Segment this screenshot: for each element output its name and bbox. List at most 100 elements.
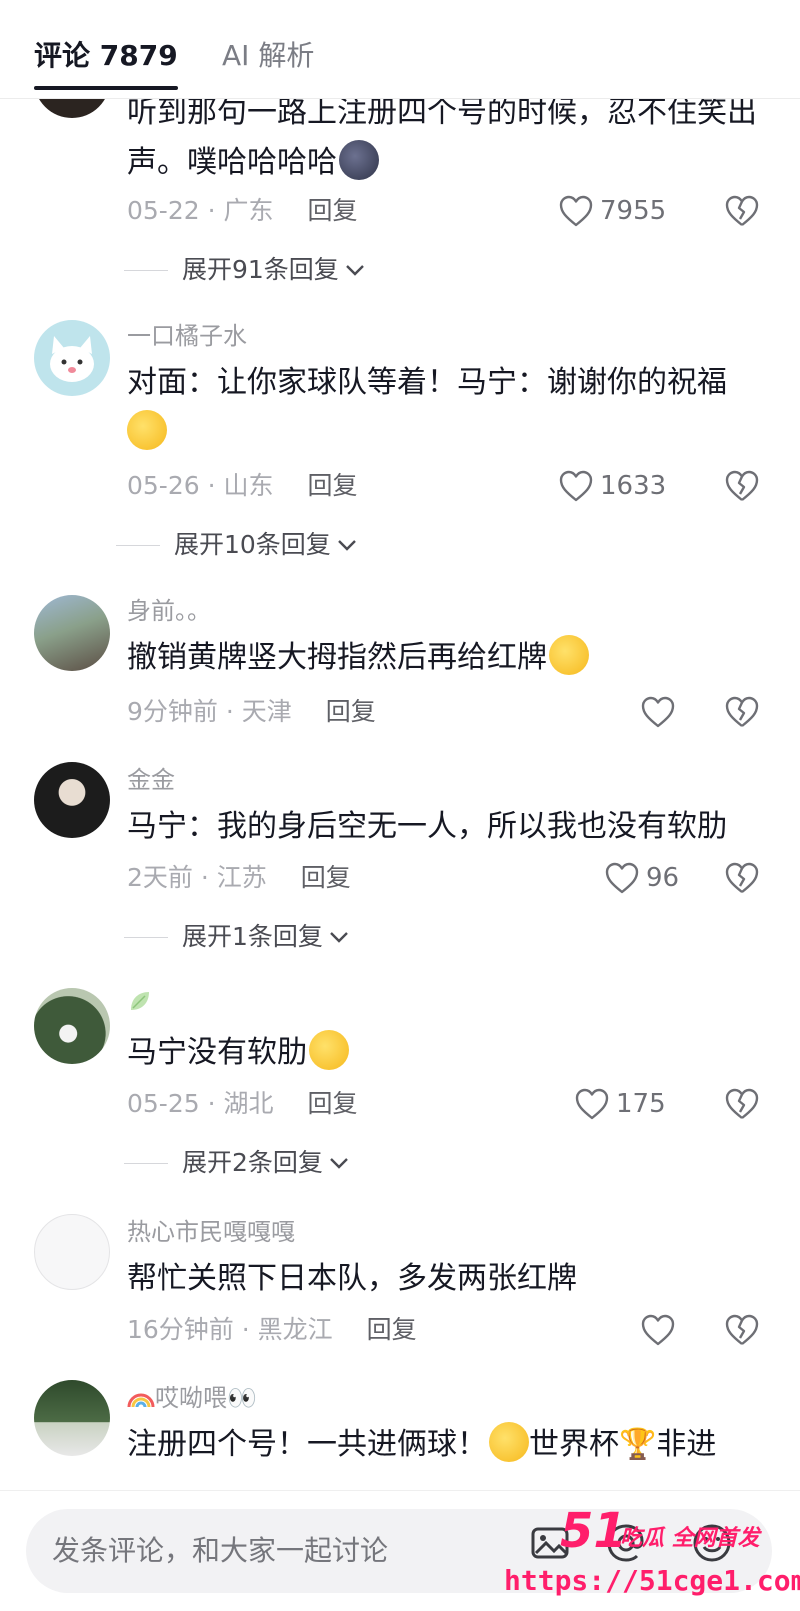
comment-meta: 9分钟前 · 天津 回复 — [127, 697, 376, 726]
heart-icon — [605, 862, 639, 894]
like-button[interactable]: 175 — [574, 1084, 666, 1124]
comment-text-content: 对面：让你家球队等着！马宁：谢谢你的祝福 — [127, 365, 727, 400]
expand-replies-button[interactable]: 展开91条回复 — [124, 253, 365, 287]
broken-heart-icon[interactable] — [724, 860, 760, 896]
avatar[interactable] — [34, 1380, 110, 1456]
comment-text-end: 非进 — [656, 1427, 717, 1462]
cat-avatar-icon — [50, 336, 94, 382]
tab-ai-analysis[interactable]: AI 解析 — [222, 36, 314, 76]
comment-input-bar: 发条评论，和大家一起讨论 — [0, 1490, 800, 1611]
image-icon[interactable] — [528, 1521, 572, 1565]
broken-heart-icon[interactable] — [724, 193, 760, 229]
comment-text: 对面：让你家球队等着！马宁：谢谢你的祝福 — [127, 358, 757, 458]
comment-username-text: 哎呦喂 — [155, 1384, 227, 1412]
expand-replies-label: 展开1条回复 — [182, 922, 323, 951]
reply-button[interactable]: 回复 — [326, 697, 376, 726]
tab-comments-label: 评论 7879 — [34, 39, 178, 72]
comment-text: 马宁：我的身后空无一人，所以我也没有软肋 — [127, 809, 727, 844]
comment-username[interactable]: 身前。。 — [127, 595, 211, 627]
heart-icon — [559, 195, 593, 227]
avatar[interactable] — [34, 595, 110, 671]
broken-heart-icon[interactable] — [724, 468, 760, 504]
like-button[interactable]: 7955 — [558, 191, 666, 231]
expand-replies-label: 展开91条回复 — [182, 255, 339, 284]
expand-replies-label: 展开10条回复 — [174, 530, 331, 559]
comment-text-content: 撤销黄牌竖大拇指然后再给红牌 — [127, 640, 547, 675]
expand-replies-button[interactable]: 展开2条回复 — [124, 1146, 349, 1180]
comment-time: 05-26 — [127, 471, 200, 500]
rainbow-icon — [127, 1393, 155, 1408]
avatar[interactable] — [34, 320, 110, 396]
comments-header: 评论 7879 AI 解析 — [0, 0, 800, 99]
comment-meta: 16分钟前 · 黑龙江 回复 — [127, 1315, 417, 1344]
comment-time: 16分钟前 — [127, 1315, 234, 1344]
like-count: 1633 — [600, 471, 667, 501]
comment-time: 2天前 — [127, 863, 193, 892]
avatar[interactable] — [34, 762, 110, 838]
comment-username[interactable]: 哎呦喂👀 — [127, 1382, 257, 1414]
chevron-down-icon — [345, 265, 364, 276]
emoji-icon[interactable] — [690, 1521, 734, 1565]
divider-line — [124, 269, 168, 271]
trophy-icon: 🏆 — [619, 1427, 657, 1462]
avatar[interactable] — [34, 988, 110, 1064]
tab-comments[interactable]: 评论 7879 — [34, 36, 178, 90]
eyes-icon: 👀 — [227, 1384, 257, 1412]
like-button[interactable] — [640, 692, 676, 732]
comment-username[interactable]: 金金 — [127, 764, 175, 796]
expand-replies-button[interactable]: 展开1条回复 — [124, 920, 349, 954]
comment-text-content: 听到那句一路上注册四个号的时候，忍不住笑出声。噗哈哈哈哈 — [127, 98, 757, 180]
comment-meta: 2天前 · 江苏 回复 — [127, 863, 351, 892]
pleading-face-emoji-icon — [127, 410, 167, 450]
reply-button[interactable]: 回复 — [308, 1089, 358, 1118]
comment-location: 广东 — [223, 196, 274, 225]
divider-line — [116, 544, 160, 546]
chevron-down-icon — [330, 1158, 348, 1169]
mention-icon[interactable] — [604, 1521, 648, 1565]
smirk-emoji-icon — [489, 1422, 529, 1462]
reply-button[interactable]: 回复 — [367, 1315, 417, 1344]
divider-line — [124, 936, 168, 938]
reply-button[interactable]: 回复 — [308, 471, 358, 500]
like-button[interactable]: 1633 — [558, 466, 666, 506]
comment-list[interactable]: 听到那句一路上注册四个号的时候，忍不住笑出声。噗哈哈哈哈 05-22 · 广东回… — [0, 98, 800, 1490]
like-button[interactable] — [640, 1310, 676, 1350]
leaf-icon — [131, 992, 149, 1010]
comment-text-content: 注册四个号！一共进俩球！ — [127, 1427, 487, 1462]
comment-username[interactable]: 一口橘子水 — [127, 320, 247, 352]
like-count: 7955 — [600, 196, 667, 226]
crying-laughing-emoji-icon — [549, 635, 589, 675]
active-tab-indicator — [34, 86, 178, 90]
broken-heart-icon[interactable] — [724, 1312, 760, 1348]
avatar[interactable] — [34, 1214, 110, 1290]
comment-time: 05-22 — [127, 196, 200, 225]
wink-tongue-emoji-icon — [309, 1030, 349, 1070]
expand-replies-button[interactable]: 展开10条回复 — [116, 528, 357, 562]
heart-icon — [641, 696, 675, 728]
comment-text: 听到那句一路上注册四个号的时候，忍不住笑出声。噗哈哈哈哈 — [127, 98, 757, 188]
heart-icon — [559, 470, 593, 502]
avatar[interactable] — [34, 98, 110, 118]
like-count: 96 — [646, 863, 680, 893]
comment-location: 山东 — [223, 471, 274, 500]
expand-replies-label: 展开2条回复 — [182, 1148, 323, 1177]
comment-meta: 05-26 · 山东 回复 — [127, 471, 358, 500]
comment-username[interactable]: 热心市民嘎嘎嘎 — [127, 1216, 295, 1248]
comment-text: 撤销黄牌竖大拇指然后再给红牌 — [127, 633, 757, 683]
heart-icon — [641, 1314, 675, 1346]
reply-button[interactable]: 回复 — [308, 196, 358, 225]
reply-button[interactable]: 回复 — [301, 863, 351, 892]
comment-input[interactable]: 发条评论，和大家一起讨论 — [26, 1509, 772, 1593]
comment-username[interactable] — [127, 988, 153, 1022]
comment-meta: 05-22 · 广东 回复 — [127, 196, 358, 225]
comment-meta: 05-25 · 湖北 回复 — [127, 1089, 358, 1118]
comment-text: 帮忙关照下日本队，多发两张红牌 — [127, 1261, 577, 1296]
like-button[interactable]: 96 — [604, 858, 679, 898]
comment-location: 黑龙江 — [257, 1315, 333, 1344]
broken-heart-icon[interactable] — [724, 1086, 760, 1122]
comment-location: 江苏 — [216, 863, 267, 892]
comment-text-content: 马宁没有软肋 — [127, 1035, 307, 1070]
divider-line — [124, 1162, 168, 1164]
heart-icon — [575, 1088, 609, 1120]
broken-heart-icon[interactable] — [724, 694, 760, 730]
